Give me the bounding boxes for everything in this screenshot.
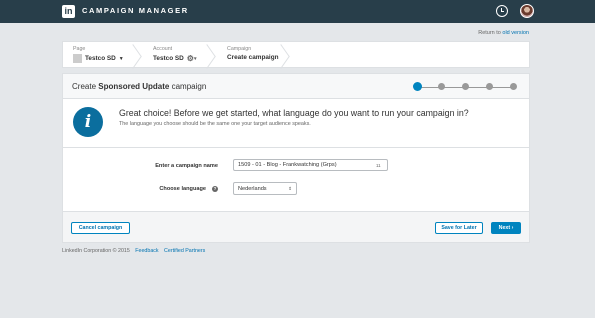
page-thumbnail — [73, 53, 82, 63]
certified-partners-link[interactable]: Certified Partners — [164, 248, 205, 254]
page-footer: LinkedIn Corporation © 2015 Feedback Cer… — [62, 248, 205, 254]
breadcrumb-separator — [133, 42, 143, 67]
page-title: Create Sponsored Update campaign — [72, 82, 206, 91]
breadcrumb-separator — [281, 42, 291, 67]
chevron-down-icon: ▼ — [118, 55, 124, 62]
old-version-link[interactable]: old version — [502, 30, 529, 36]
campaign-name-input[interactable]: 1509 - 01 - Blog - Frankwatching (Grps) — [233, 159, 388, 171]
breadcrumb-campaign-value: Create campaign — [227, 53, 279, 61]
return-prefix: Return to — [478, 30, 501, 36]
info-icon: i — [73, 107, 103, 137]
step-2-dot — [438, 83, 445, 90]
gear-icon[interactable]: ⚙ — [187, 54, 194, 63]
title-campaign-type: Sponsored Update — [98, 82, 170, 91]
linkedin-logo[interactable]: in — [62, 5, 75, 18]
cancel-campaign-button[interactable]: Cancel campaign — [71, 222, 130, 234]
breadcrumb-account-label: Account — [153, 46, 173, 52]
breadcrumb-page-value: Testco SD — [85, 54, 116, 62]
copyright-text: LinkedIn Corporation © 2015 — [62, 248, 130, 254]
create-campaign-card: Create Sponsored Update campaign i Great… — [62, 73, 530, 243]
breadcrumb-campaign-label: Campaign — [227, 46, 252, 52]
campaign-name-label: Enter a campaign name — [155, 163, 218, 169]
app-title: CAMPAIGN MANAGER — [82, 6, 189, 15]
campaign-name-counter: 11 — [376, 163, 381, 168]
language-select[interactable]: Nederlands ⇕ — [233, 182, 297, 195]
avatar[interactable] — [520, 4, 534, 18]
language-label: Choose language? — [123, 186, 218, 192]
breadcrumb: Page Testco SD ▼ Account Testco SD ⚙▾ Camp… — [62, 41, 530, 68]
card-footer: Cancel campaign Save for Later Next › — [63, 211, 529, 242]
chevron-down-icon: ▾ — [193, 55, 197, 62]
breadcrumb-page-label: Page — [73, 46, 86, 52]
breadcrumb-separator — [207, 42, 217, 67]
help-icon[interactable]: ? — [212, 186, 218, 192]
feedback-link[interactable]: Feedback — [135, 248, 158, 254]
step-1-dot — [413, 82, 422, 91]
select-arrows-icon: ⇕ — [288, 186, 292, 191]
clock-icon[interactable] — [496, 5, 508, 17]
step-4-dot — [486, 83, 493, 90]
progress-steps — [413, 82, 521, 91]
save-for-later-button[interactable]: Save for Later — [435, 222, 483, 234]
step-5-dot — [510, 83, 517, 90]
language-label-text: Choose language — [159, 186, 206, 192]
title-suffix: campaign — [171, 82, 207, 91]
info-banner: i Great choice! Before we get started, w… — [63, 99, 529, 148]
info-heading: Great choice! Before we get started, wha… — [119, 108, 469, 118]
info-subtext: The language you choose should be the sa… — [119, 121, 311, 127]
top-navigation-bar: in CAMPAIGN MANAGER — [0, 0, 595, 23]
card-header: Create Sponsored Update campaign — [63, 74, 529, 99]
campaign-form: Enter a campaign name 1509 - 01 - Blog -… — [63, 149, 529, 211]
language-select-value: Nederlands — [238, 186, 267, 192]
next-button[interactable]: Next › — [491, 222, 521, 234]
breadcrumb-account-value: Testco SD — [153, 54, 184, 62]
step-3-dot — [462, 83, 469, 90]
title-prefix: Create — [72, 82, 97, 91]
return-to-old-version: Return to old version — [478, 30, 529, 36]
